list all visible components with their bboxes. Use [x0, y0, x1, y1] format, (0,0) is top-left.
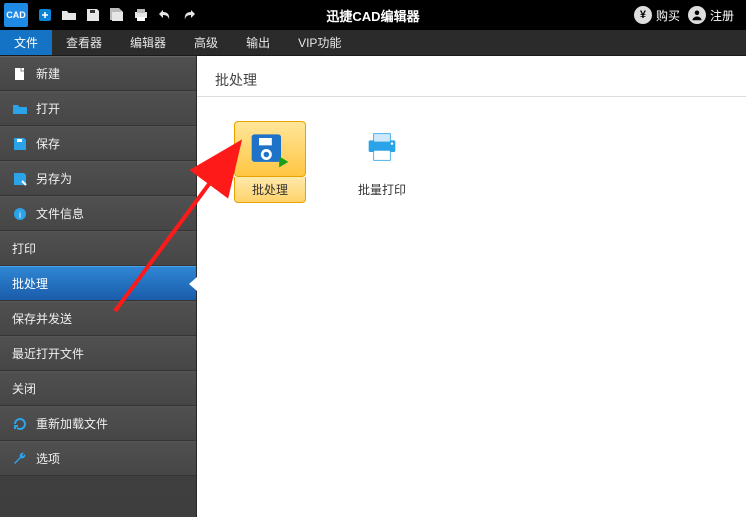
quick-access-toolbar: [34, 4, 200, 26]
sidebar-item-reload[interactable]: 重新加载文件: [0, 406, 196, 441]
tab-advanced[interactable]: 高级: [180, 30, 232, 55]
tile-label: 批处理: [234, 177, 306, 203]
tile-label: 批量打印: [358, 181, 406, 198]
svg-text:i: i: [19, 210, 21, 220]
info-icon: i: [12, 206, 28, 222]
tab-editor[interactable]: 编辑器: [116, 30, 180, 55]
app-logo-icon: CAD: [4, 3, 28, 27]
file-menu-sidebar: 新建 打开 保存 另存为 i 文件信息 打印 批处理 保存并发送: [0, 56, 197, 517]
sidebar-item-new[interactable]: 新建: [0, 56, 196, 91]
save-as-icon: [12, 171, 28, 187]
open-file-icon[interactable]: [58, 4, 80, 26]
sidebar-item-save-send[interactable]: 保存并发送: [0, 301, 196, 336]
register-label: 注册: [710, 7, 734, 24]
sidebar-item-label: 重新加载文件: [36, 415, 108, 432]
new-file-icon[interactable]: [34, 4, 56, 26]
file-new-icon: [12, 66, 28, 82]
sidebar-item-label: 关闭: [12, 380, 36, 397]
sidebar-item-label: 新建: [36, 65, 60, 82]
sidebar-item-file-info[interactable]: i 文件信息: [0, 196, 196, 231]
sidebar-item-print[interactable]: 打印: [0, 231, 196, 266]
undo-icon[interactable]: [154, 4, 176, 26]
save-icon[interactable]: [82, 4, 104, 26]
print-icon[interactable]: [130, 4, 152, 26]
buy-label: 购买: [656, 7, 680, 24]
folder-open-icon: [12, 101, 28, 117]
sidebar-item-label: 选项: [36, 450, 60, 467]
sidebar-item-open[interactable]: 打开: [0, 91, 196, 126]
sidebar-item-label: 文件信息: [36, 205, 84, 222]
sidebar-item-label: 保存并发送: [12, 310, 72, 327]
save-icon: [12, 136, 28, 152]
tab-viewer[interactable]: 查看器: [52, 30, 116, 55]
menu-bar: 文件 查看器 编辑器 高级 输出 VIP功能: [0, 30, 746, 56]
content-heading: 批处理: [197, 56, 746, 97]
batch-print-icon: [350, 121, 414, 173]
redo-icon[interactable]: [178, 4, 200, 26]
reload-icon: [12, 416, 28, 432]
sidebar-item-label: 打印: [12, 240, 36, 257]
sidebar-item-recent[interactable]: 最近打开文件: [0, 336, 196, 371]
sidebar-item-save[interactable]: 保存: [0, 126, 196, 161]
register-button[interactable]: 注册: [688, 6, 734, 24]
sidebar-item-save-as[interactable]: 另存为: [0, 161, 196, 196]
sidebar-item-label: 最近打开文件: [12, 345, 84, 362]
currency-icon: ¥: [634, 6, 652, 24]
tab-output[interactable]: 输出: [232, 30, 284, 55]
user-icon: [688, 6, 706, 24]
title-bar: CAD 迅捷CAD编辑器 ¥ 购买: [0, 0, 746, 30]
sidebar-item-label: 批处理: [12, 275, 48, 292]
batch-save-icon: [234, 121, 306, 177]
tile-batch-process[interactable]: 批处理: [231, 121, 309, 203]
sidebar-item-batch[interactable]: 批处理: [0, 266, 196, 301]
save-all-icon[interactable]: [106, 4, 128, 26]
sidebar-item-label: 保存: [36, 135, 60, 152]
sidebar-item-close[interactable]: 关闭: [0, 371, 196, 406]
tile-batch-print[interactable]: 批量打印: [343, 121, 421, 203]
sidebar-item-label: 另存为: [36, 170, 72, 187]
wrench-icon: [12, 451, 28, 467]
content-pane: 批处理 批处理: [197, 56, 746, 517]
buy-button[interactable]: ¥ 购买: [634, 6, 680, 24]
tab-file[interactable]: 文件: [0, 30, 52, 55]
sidebar-item-options[interactable]: 选项: [0, 441, 196, 476]
tab-vip[interactable]: VIP功能: [284, 30, 355, 55]
sidebar-item-label: 打开: [36, 100, 60, 117]
